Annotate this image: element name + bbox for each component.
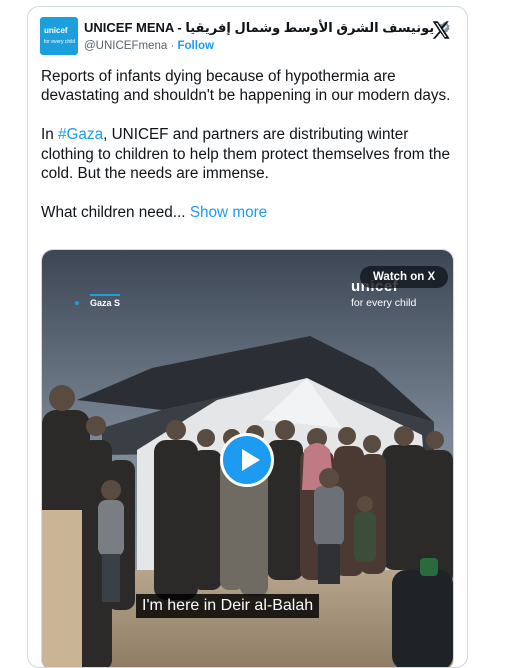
avatar[interactable]: unicef for every child	[40, 17, 78, 55]
paragraph-3: What children need... Show more	[41, 203, 461, 222]
display-name[interactable]: UNICEF MENA - يونيسف الشرق الأوسط وشمال …	[84, 20, 434, 36]
handle-row: @UNICEFmena · Follow	[84, 40, 214, 52]
follow-button[interactable]: Follow	[178, 40, 214, 52]
paragraph-2-body: , UNICEF and partners are distributing w…	[41, 126, 450, 183]
author-name-row: UNICEF MENA - يونيسف الشرق الأوسط وشمال …	[84, 20, 451, 36]
video-caption: I'm here in Deir al-Balah	[136, 594, 320, 618]
separator-dot: ·	[170, 40, 175, 52]
paragraph-2: In #Gaza, UNICEF and partners are distri…	[41, 125, 461, 183]
play-button[interactable]	[220, 433, 274, 487]
show-more-link[interactable]: Show more	[190, 204, 267, 221]
avatar-tagline: for every child	[44, 39, 76, 45]
handle[interactable]: @UNICEFmena	[84, 40, 167, 52]
paragraph-2-prefix: In	[41, 126, 59, 144]
tweet-card: unicef for every child UNICEF MENA - يون…	[27, 6, 468, 668]
location-tag: Gaza S	[90, 294, 120, 308]
x-logo-icon[interactable]	[430, 19, 452, 41]
location-tag-text: Gaza S	[90, 298, 121, 308]
watch-on-x-button[interactable]: Watch on X	[360, 266, 449, 288]
tweet-text: Reports of infants dying because of hypo…	[41, 67, 461, 222]
video-player[interactable]: Gaza S unicef for every child Watch on X…	[41, 249, 454, 667]
watermark-tagline: for every child	[351, 297, 417, 309]
paragraph-1: Reports of infants dying because of hypo…	[41, 68, 451, 105]
location-marker-icon	[75, 301, 79, 305]
paragraph-3-text: What children need...	[41, 203, 186, 221]
avatar-logo-text: unicef	[44, 26, 68, 35]
hashtag-gaza-link[interactable]: #Gaza	[58, 126, 103, 143]
play-icon	[242, 449, 260, 471]
